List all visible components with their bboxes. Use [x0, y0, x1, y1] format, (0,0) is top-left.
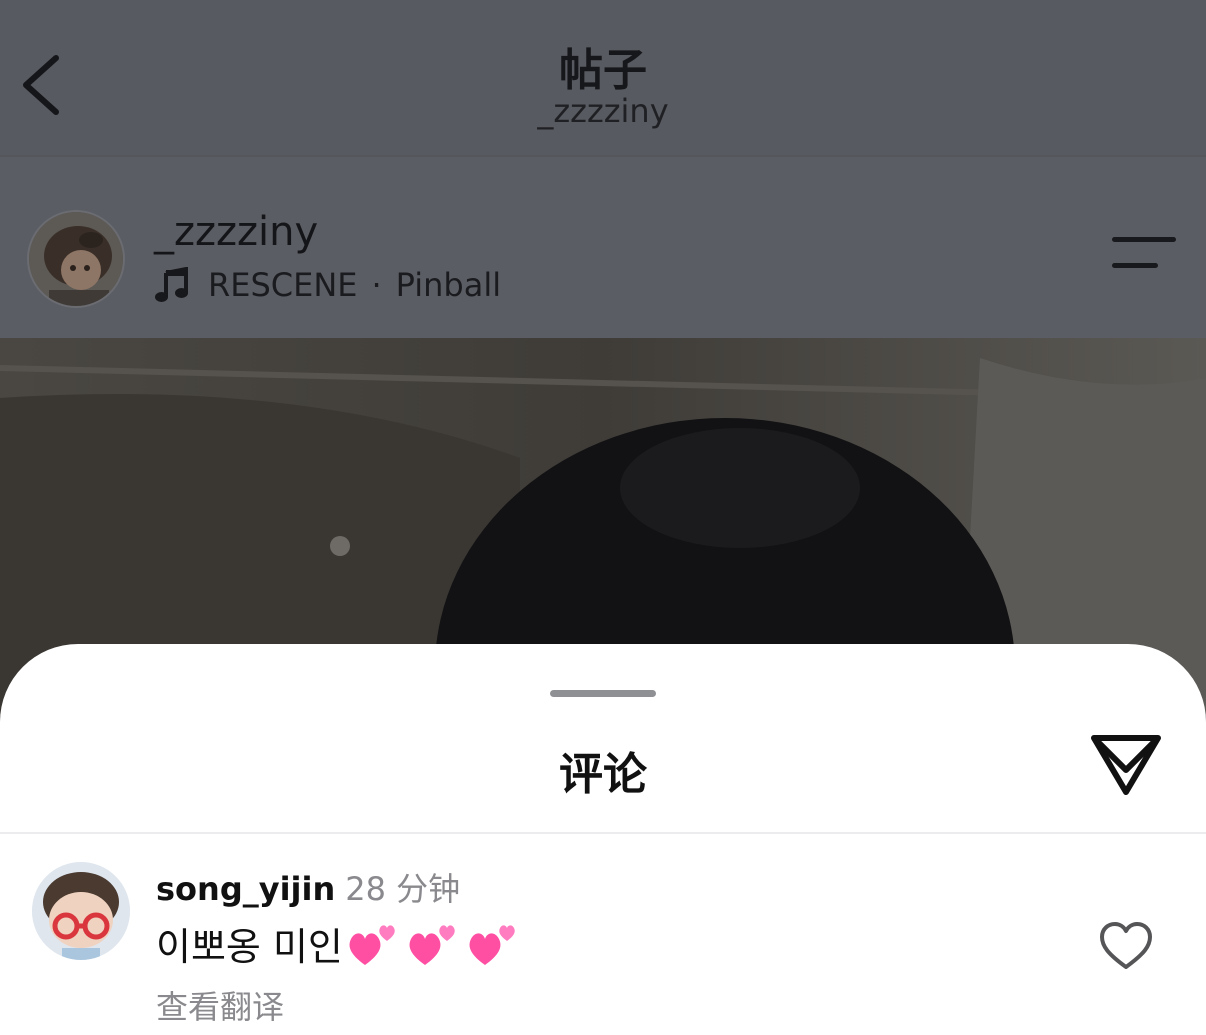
screen: 帖子 _zzzziny _zzzziny RESCENE · Pinball 评… — [0, 0, 1206, 1035]
music-info[interactable]: RESCENE · Pinball — [154, 263, 501, 307]
page-subtitle: _zzzziny — [537, 92, 669, 130]
page-title: 帖子 — [559, 45, 647, 96]
music-artist: RESCENE — [208, 266, 358, 304]
comment-body: 이뽀옹 미인 — [156, 916, 527, 971]
sheet-grabber[interactable] — [550, 690, 656, 697]
sheet-divider — [0, 832, 1206, 834]
see-translation-link[interactable]: 查看翻译 — [156, 982, 284, 1028]
post-author-avatar[interactable] — [27, 210, 125, 308]
music-track: Pinball — [395, 266, 502, 304]
comment-timestamp: 28 分钟 — [345, 870, 461, 908]
two-hearts-icon — [409, 924, 455, 965]
top-nav-bar: 帖子 _zzzziny — [0, 0, 1206, 157]
comment-emoji-group — [347, 919, 527, 969]
two-hearts-icon — [349, 924, 395, 965]
commenter-avatar[interactable] — [32, 862, 130, 960]
comment-text: 이뽀옹 미인 — [156, 925, 343, 969]
comments-title: 评论 — [559, 749, 647, 800]
avatar-image — [29, 212, 123, 306]
music-note-icon — [155, 267, 188, 302]
comment-meta: song_yijin 28 分钟 — [156, 864, 460, 910]
two-hearts-icon — [469, 924, 515, 965]
share-button[interactable] — [1088, 730, 1164, 800]
commenter-avatar-image — [32, 862, 130, 960]
comments-sheet: 评论 song_yijin 28 分钟 이뽀옹 미인 查看翻译 — [0, 644, 1206, 1035]
music-separator: · — [371, 266, 382, 304]
post-author-username[interactable]: _zzzziny — [154, 209, 318, 255]
post-header: _zzzziny RESCENE · Pinball — [0, 157, 1206, 338]
commenter-username[interactable]: song_yijin — [156, 870, 335, 908]
post-options-button[interactable] — [1112, 233, 1176, 273]
send-icon — [1091, 735, 1161, 795]
menu-lines-icon — [1112, 237, 1176, 242]
like-comment-button[interactable] — [1098, 920, 1154, 972]
menu-line — [1112, 263, 1158, 268]
heart-outline-icon — [1100, 922, 1152, 969]
